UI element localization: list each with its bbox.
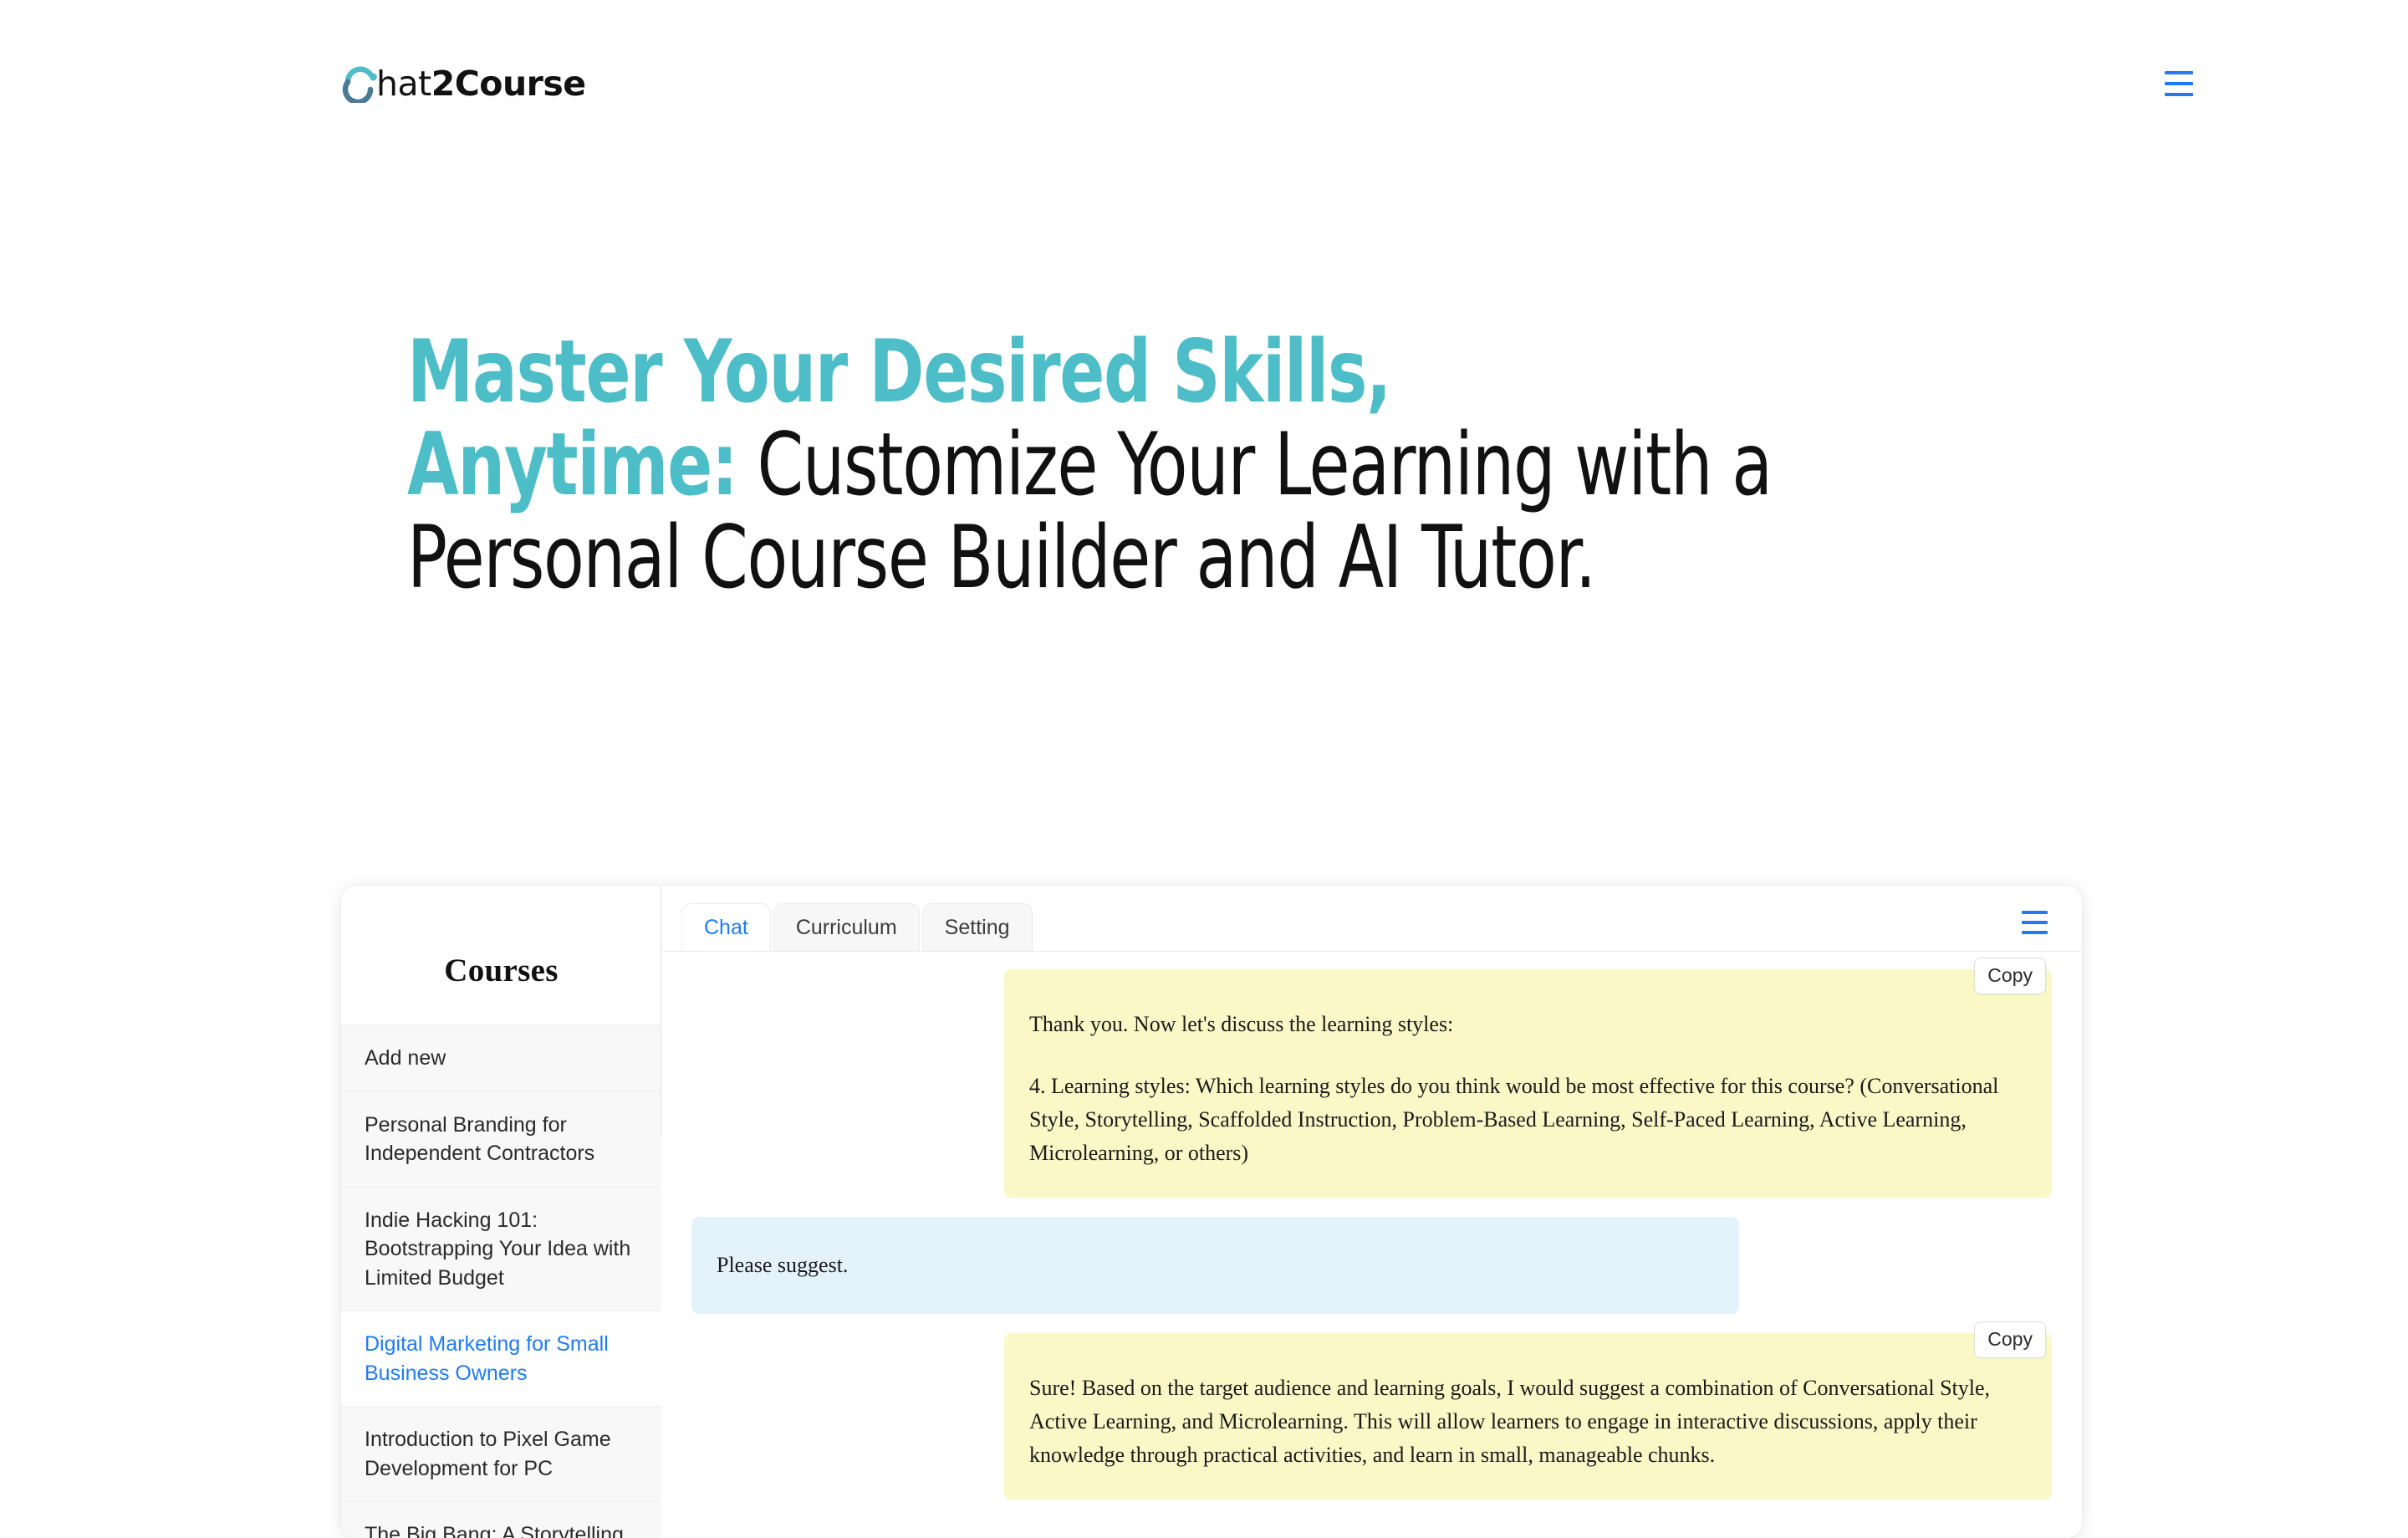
- assistant-message: Copy Sure! Based on the target audience …: [1004, 1321, 2052, 1500]
- course-list-item[interactable]: Indie Hacking 101: Bootstrapping Your Id…: [341, 1187, 661, 1311]
- course-list-item-add-new[interactable]: Add new: [341, 1024, 661, 1092]
- hamburger-menu-icon[interactable]: [2165, 64, 2203, 103]
- copy-button[interactable]: Copy: [1974, 958, 2046, 994]
- tab-curriculum[interactable]: Curriculum: [773, 902, 920, 951]
- hero-accent-line1: Master Your Desired Skills,: [407, 322, 1391, 422]
- hero-section: Master Your Desired Skills, Anytime: Cust…: [407, 325, 1778, 605]
- user-message: Please suggest.: [691, 1217, 1739, 1315]
- course-list: Add new Personal Branding for Independen…: [341, 1024, 661, 1538]
- chat-bubble-c-icon: [341, 64, 380, 105]
- brand-name-bold: 2Course: [431, 63, 586, 104]
- sidebar-title: Courses: [444, 953, 559, 989]
- message-paragraph: Please suggest.: [717, 1253, 849, 1278]
- copy-button[interactable]: Copy: [1974, 1321, 2046, 1358]
- message-paragraph: 4. Learning styles: Which learning style…: [1029, 1074, 1999, 1166]
- message-paragraph: Sure! Based on the target audience and l…: [1029, 1376, 1991, 1468]
- assistant-message: Copy Thank you. Now let's discuss the le…: [1004, 958, 2052, 1198]
- app-main-pane: Chat Curriculum Setting Copy Thank you. …: [661, 886, 2082, 1538]
- hamburger-bar: [2022, 911, 2048, 914]
- hamburger-menu-icon[interactable]: [2022, 905, 2057, 940]
- site-header: hat2Course: [0, 0, 2408, 167]
- hamburger-bar: [2165, 93, 2193, 96]
- brand-name-thin: hat: [376, 63, 431, 104]
- hamburger-bar: [2165, 82, 2193, 85]
- tab-bar: Chat Curriculum Setting: [661, 886, 2082, 952]
- tab-setting[interactable]: Setting: [921, 902, 1033, 951]
- message-paragraph: Thank you. Now let's discuss the learnin…: [1029, 1012, 1454, 1036]
- hamburger-bar: [2022, 921, 2048, 924]
- brand-wordmark: hat2Course: [376, 63, 586, 104]
- app-preview-card: Courses Add new Personal Branding for In…: [341, 886, 2082, 1538]
- brand-logo[interactable]: hat2Course: [341, 63, 586, 105]
- hamburger-bar: [2022, 931, 2048, 934]
- page-title: Master Your Desired Skills, Anytime: Cust…: [407, 325, 1773, 605]
- hero-accent-line2: Anytime:: [407, 415, 738, 516]
- chat-message-stream[interactable]: Copy Thank you. Now let's discuss the le…: [661, 952, 2082, 1538]
- course-list-item[interactable]: Personal Branding for Independent Contra…: [341, 1091, 661, 1188]
- tab-chat[interactable]: Chat: [681, 902, 771, 951]
- tab-group: Chat Curriculum Setting: [681, 902, 1033, 951]
- course-list-item[interactable]: The Big Bang: A Storytelling Journey: [341, 1502, 661, 1538]
- course-list-item-selected[interactable]: Digital Marketing for Small Business Own…: [341, 1311, 661, 1407]
- hamburger-bar: [2165, 71, 2193, 74]
- course-list-item[interactable]: Introduction to Pixel Game Development f…: [341, 1407, 661, 1502]
- courses-sidebar: Courses Add new Personal Branding for In…: [341, 886, 661, 1538]
